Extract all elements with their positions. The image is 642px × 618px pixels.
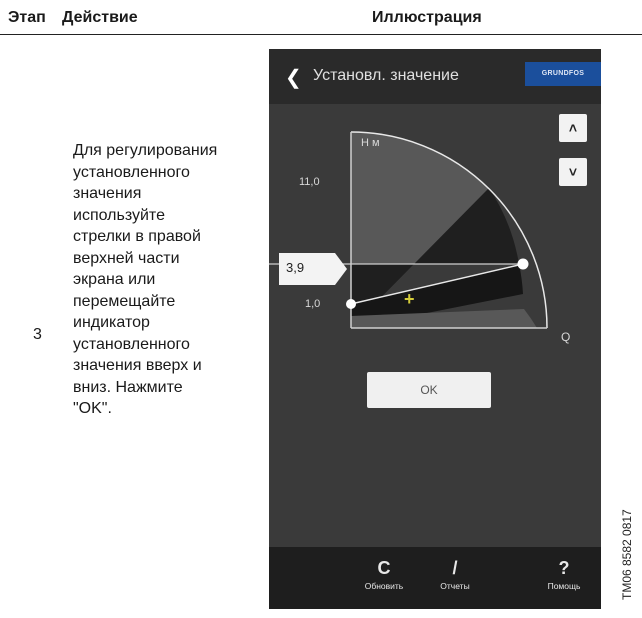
step-number: 3	[33, 326, 42, 343]
refresh-button[interactable]: C Обновить	[349, 559, 419, 591]
reports-button[interactable]: / Отчеты	[420, 559, 490, 591]
screen-title: Установл. значение	[313, 67, 459, 84]
pencil-icon: /	[452, 558, 458, 578]
chevron-up-icon[interactable]: ˄	[559, 114, 587, 142]
x-axis-label: Q	[561, 330, 570, 344]
help-label: Помощь	[547, 581, 581, 591]
refresh-label: Обновить	[364, 581, 404, 591]
min-handle	[346, 299, 356, 309]
header-step: Этап	[8, 9, 46, 26]
setpoint-value: 3,9	[286, 260, 305, 275]
setpoint-indicator[interactable]: 3,9	[279, 253, 347, 285]
ok-button[interactable]: OK	[367, 372, 491, 408]
table-header: Этап Действие Иллюстрация	[0, 0, 642, 35]
setpoint-handle	[517, 258, 529, 270]
y-axis-label: Н м	[361, 137, 380, 149]
chevron-down-icon[interactable]: ˅	[559, 158, 587, 186]
question-icon: ?	[558, 558, 570, 578]
phone-screen: ❮ Установл. значение GRUNDFOS + Н м 11,0…	[269, 49, 601, 609]
setpoint-chart: + Н м 11,0 1,0 Q	[269, 131, 570, 344]
refresh-icon: C	[377, 558, 391, 578]
help-button[interactable]: ? Помощь	[529, 559, 599, 591]
action-text: Для регулирования установленного значени…	[73, 142, 218, 417]
header-illustration: Иллюстрация	[372, 9, 482, 26]
reports-label: Отчеты	[440, 581, 470, 591]
min-label: 1,0	[305, 298, 320, 310]
header-action: Действие	[62, 9, 138, 26]
brand-logo: GRUNDFOS	[525, 62, 601, 86]
chevron-left-icon[interactable]: ❮	[285, 65, 302, 90]
figure-id: TM06 8582 0817	[620, 509, 634, 600]
max-label: 11,0	[299, 176, 320, 188]
title-bar: ❮ Установл. значение GRUNDFOS	[269, 49, 601, 104]
plus-icon: +	[404, 289, 415, 309]
bottom-bar: C Обновить / Отчеты ? Помощь	[269, 547, 601, 609]
